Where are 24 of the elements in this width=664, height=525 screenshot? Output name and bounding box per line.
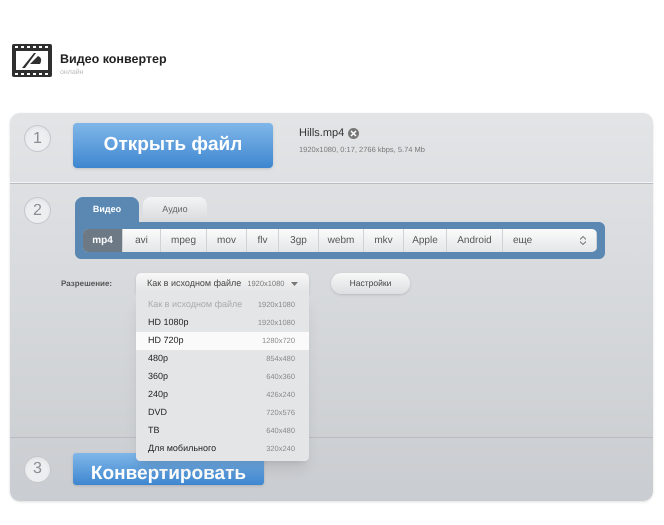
caret-icon [291, 282, 298, 286]
app-title: Видео конвертер [60, 51, 167, 68]
resolution-label: Разрешение: [61, 278, 114, 290]
step-number: 2 [24, 197, 51, 224]
format-tab[interactable]: Android [447, 229, 503, 252]
step-number: 1 [24, 125, 51, 152]
format-tab[interactable]: mkv [364, 229, 404, 252]
format-tab[interactable]: еще [503, 229, 597, 252]
tab[interactable]: Аудио [143, 197, 207, 222]
format-tab[interactable]: avi [123, 229, 161, 252]
format-tab[interactable]: 3gp [279, 229, 319, 252]
remove-icon[interactable] [348, 128, 360, 139]
format-tab[interactable]: Apple [404, 229, 447, 252]
format-tab[interactable]: mp4 [83, 229, 123, 252]
format-tab[interactable]: flv [247, 229, 279, 252]
film-icon [12, 44, 52, 77]
format-tab[interactable]: mpeg [161, 229, 207, 252]
tab[interactable]: Видео [75, 197, 139, 222]
step-number: 3 [24, 456, 51, 482]
sort-icon [580, 236, 586, 245]
settings-button[interactable]: Настройки [331, 273, 410, 294]
file-name: Hills.mp4 [299, 126, 344, 141]
format-tab[interactable]: mov [207, 229, 247, 252]
format-tab[interactable]: webm [319, 229, 364, 252]
